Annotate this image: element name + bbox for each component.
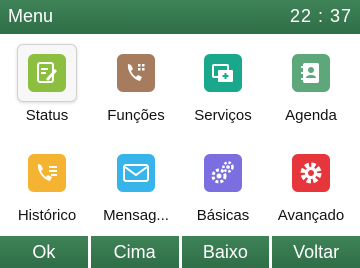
app-label: Básicas — [196, 207, 250, 224]
message-envelope-icon — [117, 154, 155, 192]
app-label: Histórico — [17, 207, 77, 224]
app-label: Mensag... — [103, 207, 169, 224]
app-servicos[interactable]: Serviços — [180, 34, 266, 128]
basic-settings-gears-icon — [204, 154, 242, 192]
app-label: Status — [25, 107, 69, 124]
app-basicas[interactable]: Básicas — [180, 134, 266, 228]
ok-softkey[interactable]: Ok — [0, 236, 88, 268]
app-grid: Status Funções Serviços Agenda Histórico… — [0, 34, 360, 234]
back-softkey[interactable]: Voltar — [272, 236, 360, 268]
app-status[interactable]: Status — [4, 34, 90, 128]
app-label: Serviços — [194, 107, 252, 124]
services-folder-icon — [204, 54, 242, 92]
softkey-bar: Ok Cima Baixo Voltar — [0, 236, 360, 268]
app-label: Agenda — [285, 107, 337, 124]
app-funcoes[interactable]: Funções — [93, 34, 179, 128]
down-softkey[interactable]: Baixo — [181, 236, 270, 268]
app-label: Avançado — [277, 207, 345, 224]
up-softkey[interactable]: Cima — [90, 236, 179, 268]
status-edit-icon — [28, 54, 66, 92]
call-history-icon — [28, 154, 66, 192]
advanced-settings-gear-icon — [292, 154, 330, 192]
title-bar: Menu 22 : 37 — [0, 0, 360, 34]
app-label: Funções — [107, 107, 165, 124]
clock: 22 : 37 — [289, 6, 352, 26]
phone-features-icon — [117, 54, 155, 92]
contacts-book-icon — [292, 54, 330, 92]
app-historico[interactable]: Histórico — [4, 134, 90, 228]
app-avancado[interactable]: Avançado — [268, 134, 354, 228]
app-agenda[interactable]: Agenda — [268, 34, 354, 128]
page-title: Menu — [8, 6, 54, 26]
app-mensagens[interactable]: Mensag... — [93, 134, 179, 228]
